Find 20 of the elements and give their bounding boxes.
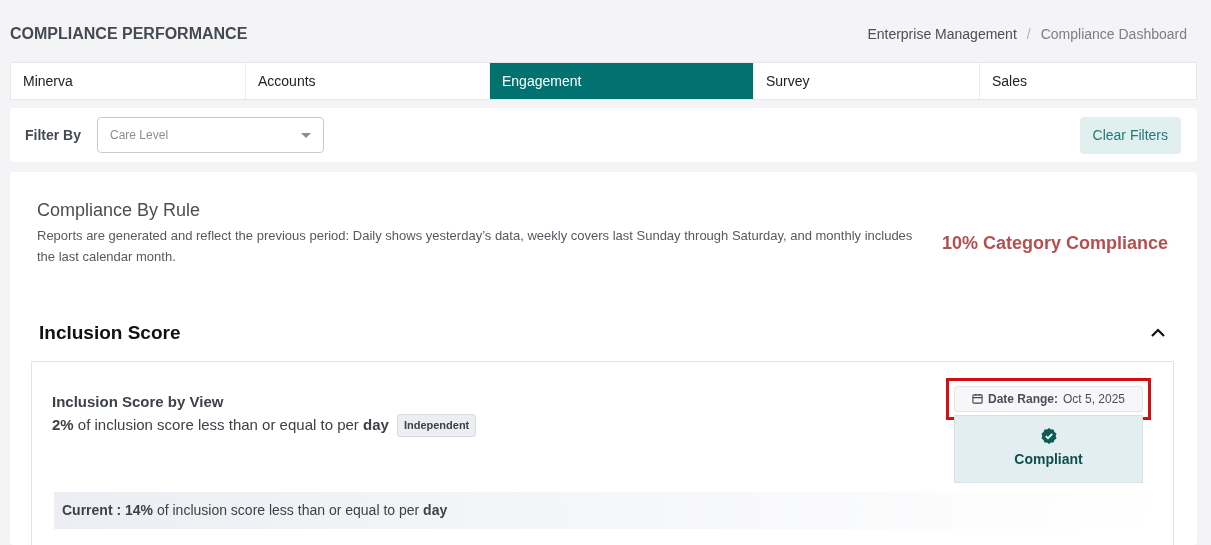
breadcrumb-current: Compliance Dashboard bbox=[1040, 24, 1187, 44]
breadcrumb-separator: / bbox=[1025, 24, 1032, 44]
tab[interactable]: Engagement bbox=[489, 63, 753, 99]
page-title: COMPLIANCE PERFORMANCE bbox=[10, 24, 248, 44]
section-description: Reports are generated and reflect the previous period: Daily shows yesterday’s data, weekly covers last Sunday through Saturday, and monthly includes the last calendar month. bbox=[37, 227, 914, 266]
status-label: Compliant bbox=[1014, 450, 1083, 469]
current-value: Current : 14% of inclusion score less than or equal to per day bbox=[62, 500, 448, 520]
breadcrumb-link[interactable]: Enterprise Management bbox=[867, 23, 1017, 45]
rule-title: Inclusion Score by View bbox=[52, 391, 225, 412]
check-badge-icon bbox=[1039, 427, 1058, 445]
rule-description: 2% of inclusion score less than or equal to per day bbox=[52, 415, 389, 435]
category-compliance: 10% Category Compliance bbox=[941, 232, 1168, 255]
calendar-icon bbox=[971, 393, 983, 404]
filter-label: Filter By bbox=[25, 125, 81, 145]
independent-badge: Independent bbox=[396, 414, 477, 437]
caret-icon bbox=[301, 132, 311, 138]
clear-filters-button[interactable]: Clear Filters bbox=[1079, 116, 1181, 154]
date-range-button[interactable]: Date Range: Oct 5, 2025 bbox=[954, 385, 1143, 412]
group-title: Inclusion Score bbox=[39, 321, 181, 345]
section-title: Compliance By Rule bbox=[37, 199, 202, 222]
